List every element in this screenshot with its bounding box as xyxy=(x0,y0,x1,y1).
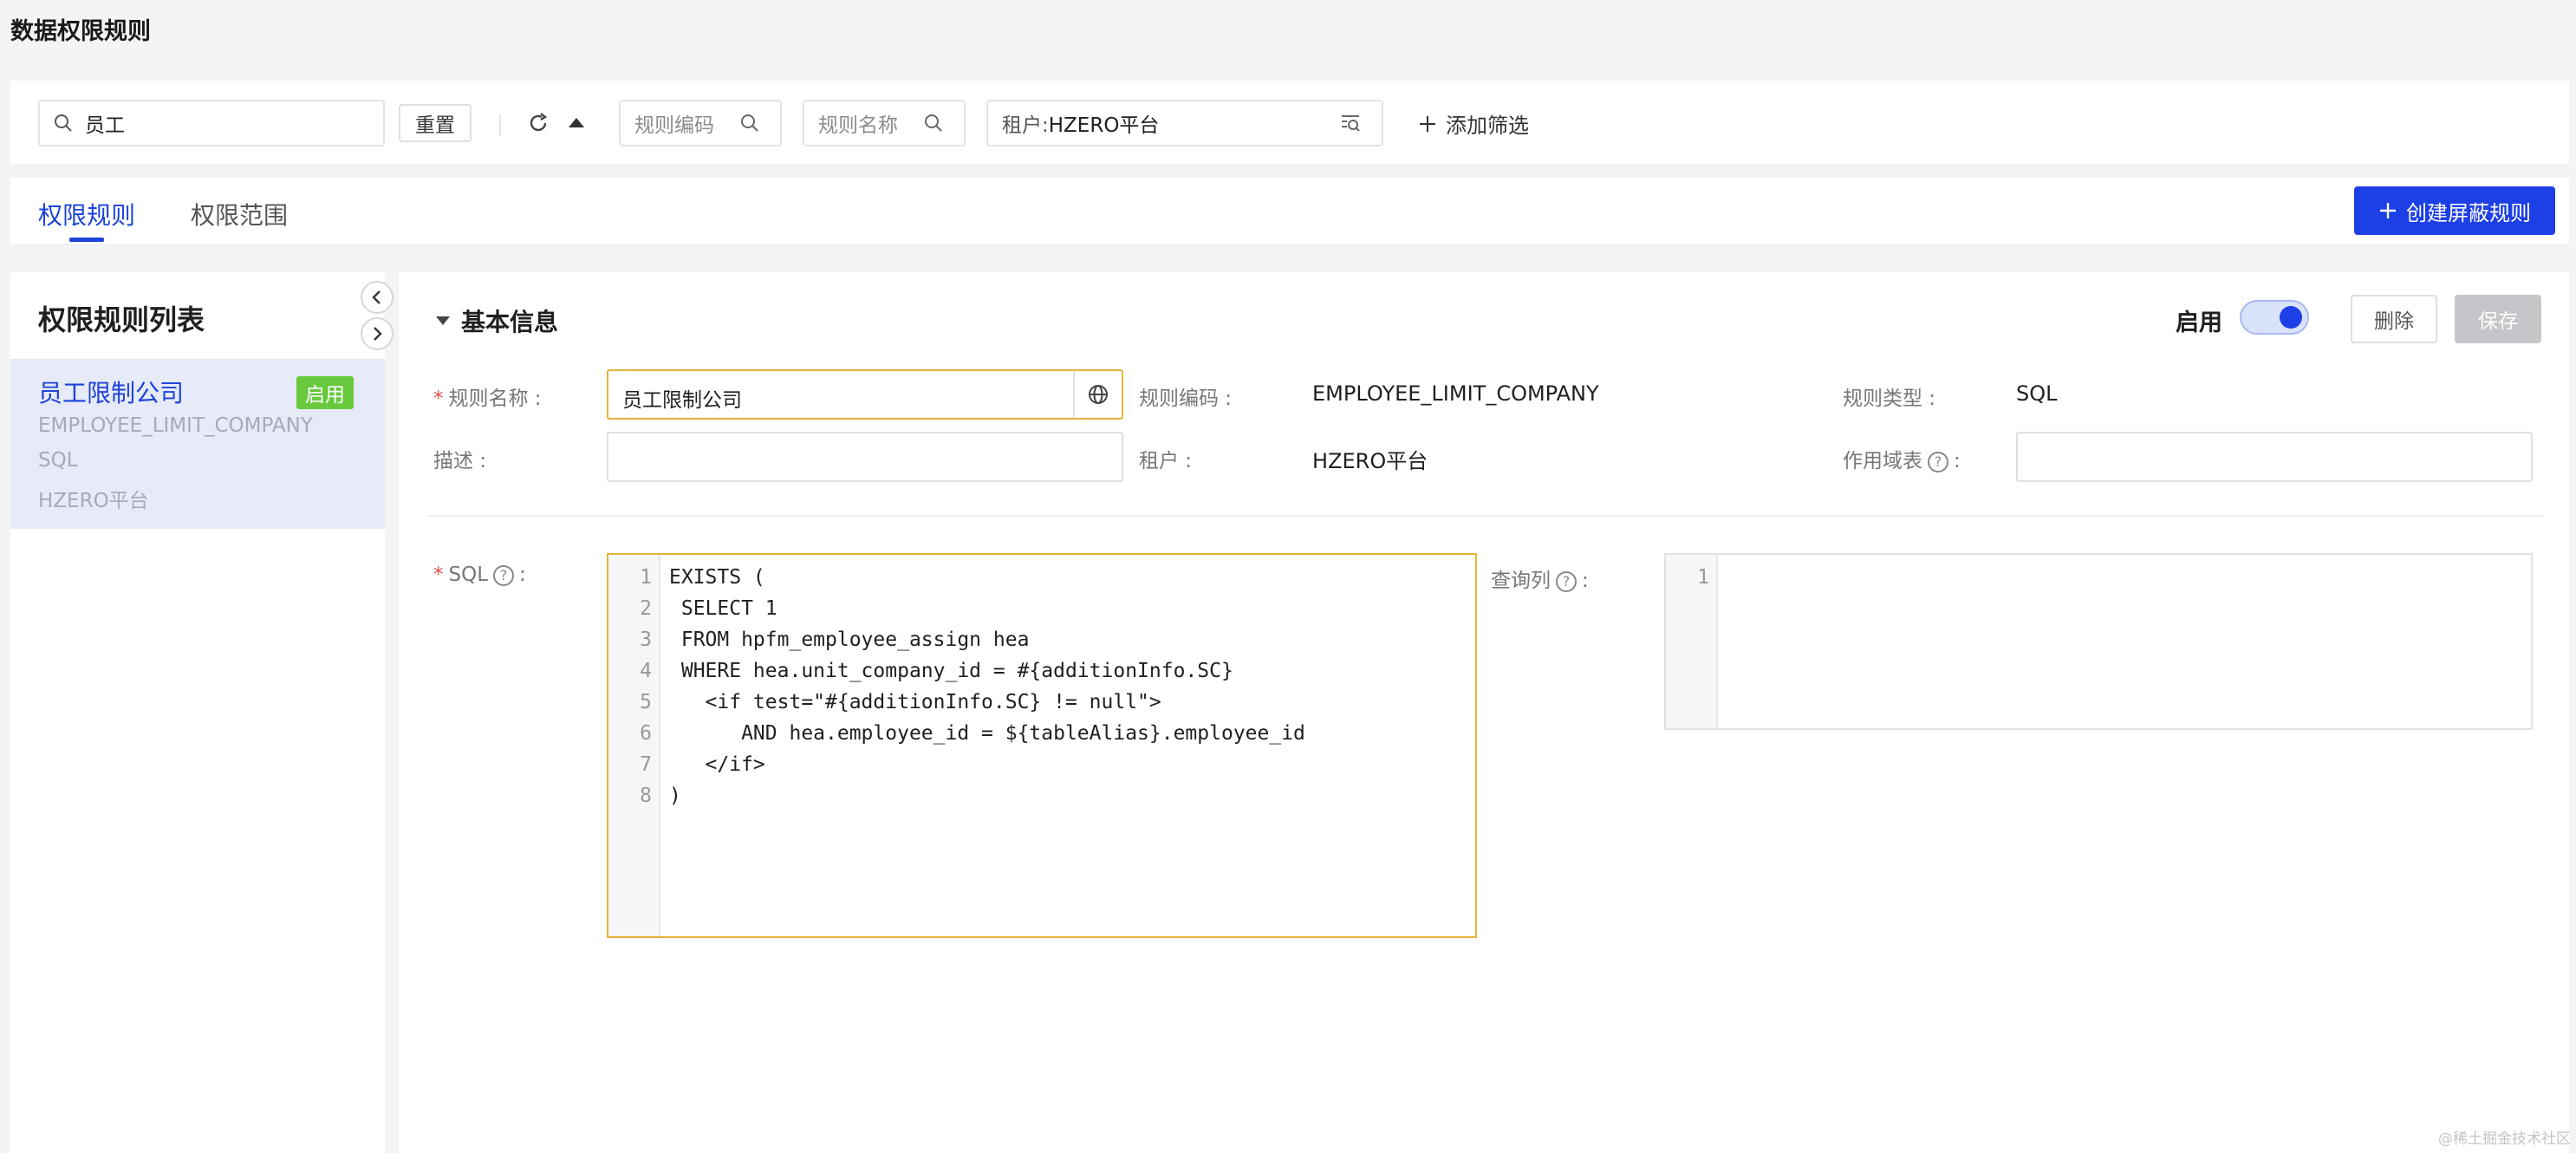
collapse-up-icon[interactable] xyxy=(567,115,586,129)
rule-code-label: 规则编码 : xyxy=(1139,388,1233,410)
plus-icon xyxy=(2380,203,2396,218)
description-label: 描述 : xyxy=(433,450,487,472)
expand-right-button[interactable] xyxy=(361,317,394,350)
chevron-right-icon xyxy=(374,327,382,341)
list-item[interactable]: 员工限制公司 启用 EMPLOYEE_LIMIT_COMPANY SQL HZE… xyxy=(10,359,385,529)
rule-detail-panel: 基本信息 启用 删除 保存 * 规则名称 : 员工限制公司 规则编码 : EMPL… xyxy=(399,272,2569,1153)
line-number-gutter: 1 2 3 4 5 6 7 8 xyxy=(608,555,660,936)
search-icon xyxy=(55,114,72,132)
code-line: SELECT 1 xyxy=(669,597,777,620)
rule-type-value: SQL xyxy=(2016,381,2058,406)
delete-button[interactable]: 删除 xyxy=(2351,295,2437,343)
rule-item-tenant: HZERO平台 xyxy=(38,490,149,512)
help-icon[interactable]: ? xyxy=(1928,451,1948,472)
plus-icon xyxy=(1420,115,1435,132)
tenant-label: 租户 : xyxy=(1139,450,1193,472)
divider xyxy=(499,114,501,136)
rule-item-name: 员工限制公司 xyxy=(38,379,185,407)
tab-bar: 权限规则 权限范围 创建屏蔽规则 xyxy=(10,178,2569,244)
tenant-filter[interactable]: 租户:HZERO平台 xyxy=(986,100,1383,147)
rule-code-placeholder: 规则编码 xyxy=(634,114,714,137)
caret-down-icon xyxy=(436,316,450,325)
line-number: 3 xyxy=(640,629,652,651)
add-filter-label: 添加筛选 xyxy=(1446,114,1529,138)
rule-name-label: * 规则名称 : xyxy=(433,388,542,410)
line-number: 2 xyxy=(640,597,652,620)
query-code xyxy=(1727,562,2531,593)
line-number: 8 xyxy=(640,785,652,807)
query-column-label: 查询列?: xyxy=(1491,570,1589,592)
lookup-icon[interactable] xyxy=(1340,113,1361,134)
sql-editor[interactable]: 1 2 3 4 5 6 7 8 EXISTS ( SELECT 1 FROM hpfm_emp… xyxy=(607,553,1477,938)
line-number: 6 xyxy=(640,722,652,745)
toggle-knob xyxy=(2280,306,2302,329)
help-icon[interactable]: ? xyxy=(493,564,515,586)
status-badge: 启用 xyxy=(296,376,354,409)
sql-code: EXISTS ( SELECT 1 FROM hpfm_employee_ass… xyxy=(669,562,1475,811)
rule-code-filter[interactable]: 规则编码 xyxy=(619,100,782,147)
rule-list-title: 权限规则列表 xyxy=(38,303,205,336)
globe-icon xyxy=(1089,385,1108,404)
chevron-left-icon xyxy=(372,290,381,304)
code-line: EXISTS ( xyxy=(669,566,765,589)
line-number: 1 xyxy=(640,566,652,589)
tenant-filter-text: 租户:HZERO平台 xyxy=(1002,114,1160,137)
filter-bar: 员工 重置 规则编码 规则名称 租户:HZERO平台 添加筛选 xyxy=(10,81,2569,164)
rule-code-value: EMPLOYEE_LIMIT_COMPANY xyxy=(1312,381,1599,406)
section-title: 基本信息 xyxy=(461,308,559,336)
active-tab-indicator xyxy=(69,238,104,242)
reset-button[interactable]: 重置 xyxy=(399,104,472,142)
enable-toggle[interactable] xyxy=(2240,300,2309,335)
scope-table-field[interactable] xyxy=(2016,432,2533,482)
sql-label: * SQL?: xyxy=(433,563,526,586)
query-column-editor[interactable]: 1 xyxy=(1664,553,2533,730)
watermark: @稀土掘金技术社区 xyxy=(2438,1130,2571,1148)
line-number: 7 xyxy=(640,753,652,776)
add-filter-button[interactable]: 添加筛选 xyxy=(1418,108,1529,139)
code-line: WHERE hea.unit_company_id = #{additionIn… xyxy=(669,660,1233,682)
rule-name-placeholder: 规则名称 xyxy=(818,114,898,137)
rule-type-label: 规则类型 : xyxy=(1843,388,1936,410)
line-number: 1 xyxy=(1697,566,1709,589)
code-line: <if test="#{additionInfo.SC} != null"> xyxy=(669,691,1161,713)
line-number: 4 xyxy=(640,660,652,682)
enable-label: 启用 xyxy=(2176,309,2222,336)
create-mask-rule-label: 创建屏蔽规则 xyxy=(2406,200,2531,225)
scope-table-label: 作用域表?: xyxy=(1843,450,1961,472)
search-input[interactable]: 员工 xyxy=(38,100,385,147)
basic-info-header[interactable]: 基本信息 xyxy=(435,303,558,338)
rule-name-filter[interactable]: 规则名称 xyxy=(803,100,966,147)
line-number: 5 xyxy=(640,691,652,713)
description-field[interactable] xyxy=(607,432,1123,482)
code-line: FROM hpfm_employee_assign hea xyxy=(669,629,1030,651)
tenant-value: HZERO平台 xyxy=(1312,449,1428,473)
save-button[interactable]: 保存 xyxy=(2455,295,2541,343)
tab-permission-scope[interactable]: 权限范围 xyxy=(191,197,288,231)
collapse-left-button[interactable] xyxy=(361,281,394,314)
code-line: </if> xyxy=(669,753,765,776)
rule-item-type: SQL xyxy=(38,449,78,472)
page-title: 数据权限规则 xyxy=(10,18,151,45)
search-icon xyxy=(741,114,758,132)
line-number-gutter: 1 xyxy=(1666,555,1718,728)
code-line: ) xyxy=(669,785,681,807)
tab-permission-rules[interactable]: 权限规则 xyxy=(38,197,135,231)
multilanguage-button[interactable] xyxy=(1073,371,1122,418)
create-mask-rule-button[interactable]: 创建屏蔽规则 xyxy=(2354,186,2555,235)
search-input-value: 员工 xyxy=(85,114,125,137)
rule-name-value: 员工限制公司 xyxy=(622,389,742,412)
rule-list-panel: 权限规则列表 员工限制公司 启用 EMPLOYEE_LIMIT_COMPANY … xyxy=(10,272,385,1153)
divider xyxy=(428,515,2543,517)
help-icon[interactable]: ? xyxy=(1556,570,1577,592)
rule-name-field[interactable]: 员工限制公司 xyxy=(607,369,1123,420)
refresh-icon[interactable] xyxy=(527,112,550,134)
search-icon xyxy=(925,114,942,132)
rule-item-code: EMPLOYEE_LIMIT_COMPANY xyxy=(38,414,313,437)
code-line: AND hea.employee_id = ${tableAlias}.empl… xyxy=(669,722,1305,745)
